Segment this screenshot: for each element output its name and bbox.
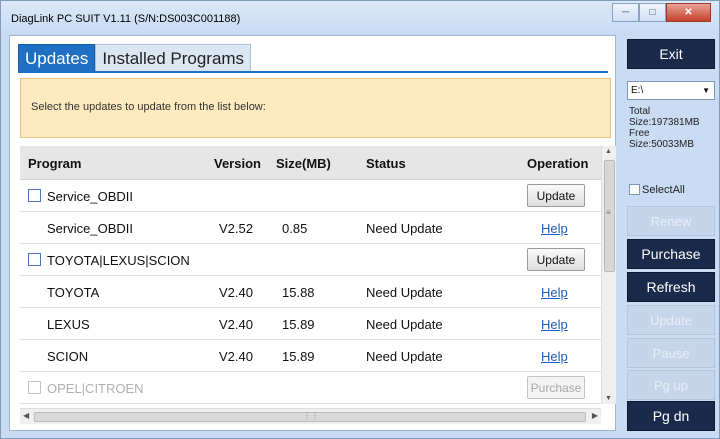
pg-dn-button[interactable]: Pg dn: [627, 401, 715, 431]
row-status: Need Update: [366, 221, 443, 236]
help-link[interactable]: Help: [541, 221, 568, 236]
title-bar: DiagLink PC SUIT V1.11 (S/N:DS003C001188…: [1, 1, 719, 35]
horizontal-scrollbar[interactable]: ◀ ⋮⋮ ▶: [20, 408, 601, 424]
sidebar: Exit E:\ ▼ Total Size:197381MB Free Size…: [623, 35, 717, 431]
row-program: Service_OBDII: [47, 221, 133, 236]
col-operation: Operation: [527, 156, 589, 171]
help-link[interactable]: Help: [541, 285, 568, 300]
row-size: 15.88: [282, 285, 315, 300]
renew-button: Renew: [627, 206, 715, 236]
drive-select[interactable]: E:\ ▼: [627, 81, 715, 100]
total-size: Size:197381MB: [629, 117, 700, 128]
select-all-checkbox[interactable]: SelectAll: [629, 184, 685, 196]
update-button: Update: [627, 305, 715, 335]
total-label: Total: [629, 106, 651, 117]
table-row[interactable]: Service_OBDII Update: [20, 180, 601, 212]
updates-table: Program Version Size(MB) Status Operatio…: [20, 146, 601, 404]
help-link[interactable]: Help: [541, 349, 568, 364]
col-program: Program: [28, 156, 82, 171]
table-row[interactable]: TOYOTA V2.40 15.88 Need Update Help: [20, 276, 601, 308]
checkbox-icon[interactable]: [629, 184, 640, 195]
purchase-button: Purchase: [527, 376, 585, 399]
maximize-icon[interactable]: □: [639, 3, 666, 22]
tab-strip: Updates Installed Programs: [18, 44, 252, 72]
scroll-up-icon[interactable]: ▲: [605, 148, 612, 155]
vertical-scrollbar[interactable]: ▲ ≡ ▼: [601, 146, 616, 404]
row-version: V2.40: [219, 317, 253, 332]
grip-icon: ≡: [606, 208, 611, 217]
window-controls: ─ □ ✕: [612, 3, 711, 22]
table-row[interactable]: Service_OBDII V2.52 0.85 Need Update Hel…: [20, 212, 601, 244]
row-checkbox: [28, 381, 41, 394]
row-program: TOYOTA|LEXUS|SCION: [47, 253, 190, 268]
grip-icon: ⋮⋮: [303, 411, 319, 420]
col-status: Status: [366, 156, 406, 171]
col-size: Size(MB): [276, 156, 331, 171]
main-panel: Updates Installed Programs Select the up…: [9, 35, 616, 431]
row-status: Need Update: [366, 349, 443, 364]
tab-updates[interactable]: Updates: [18, 44, 96, 72]
table-row[interactable]: LEXUS V2.40 15.89 Need Update Help: [20, 308, 601, 340]
purchase-button[interactable]: Purchase: [627, 239, 715, 269]
table-row[interactable]: SCION V2.40 15.89 Need Update Help: [20, 340, 601, 372]
row-program: OPEL|CITROEN: [47, 381, 144, 396]
help-link[interactable]: Help: [541, 317, 568, 332]
free-label: Free: [629, 128, 650, 139]
table-row[interactable]: TOYOTA|LEXUS|SCION Update: [20, 244, 601, 276]
col-version: Version: [214, 156, 261, 171]
row-status: Need Update: [366, 317, 443, 332]
row-status: Need Update: [366, 285, 443, 300]
update-button[interactable]: Update: [527, 184, 585, 207]
row-size: 15.89: [282, 349, 315, 364]
tab-installed-programs[interactable]: Installed Programs: [95, 44, 252, 72]
row-version: V2.40: [219, 349, 253, 364]
scroll-right-icon[interactable]: ▶: [592, 411, 598, 420]
table-header: Program Version Size(MB) Status Operatio…: [20, 146, 601, 180]
chevron-down-icon[interactable]: ▼: [702, 82, 710, 99]
notice-box: Select the updates to update from the li…: [20, 78, 611, 138]
row-program: TOYOTA: [47, 285, 100, 300]
row-size: 0.85: [282, 221, 308, 236]
row-program: SCION: [47, 349, 89, 364]
tab-underline: [18, 71, 608, 73]
scroll-down-icon[interactable]: ▼: [605, 395, 612, 402]
scroll-left-icon[interactable]: ◀: [23, 411, 29, 420]
row-checkbox[interactable]: [28, 253, 41, 266]
free-size: Size:50033MB: [629, 139, 695, 150]
update-button[interactable]: Update: [527, 248, 585, 271]
row-size: 15.89: [282, 317, 315, 332]
row-version: V2.52: [219, 221, 253, 236]
app-window: DiagLink PC SUIT V1.11 (S/N:DS003C001188…: [0, 0, 720, 439]
select-all-label: SelectAll: [642, 184, 685, 196]
table-row: OPEL|CITROEN Purchase: [20, 372, 601, 404]
row-version: V2.40: [219, 285, 253, 300]
notice-text: Select the updates to update from the li…: [31, 101, 266, 113]
row-program: Service_OBDII: [47, 189, 133, 204]
drive-value: E:\: [631, 85, 644, 96]
exit-button[interactable]: Exit: [627, 39, 715, 69]
refresh-button[interactable]: Refresh: [627, 272, 715, 302]
row-checkbox[interactable]: [28, 189, 41, 202]
pg-up-button: Pg up: [627, 370, 715, 400]
minimize-icon[interactable]: ─: [612, 3, 639, 22]
row-program: LEXUS: [47, 317, 90, 332]
close-icon[interactable]: ✕: [666, 3, 711, 22]
pause-button: Pause: [627, 338, 715, 368]
window-title: DiagLink PC SUIT V1.11 (S/N:DS003C001188…: [11, 13, 241, 25]
